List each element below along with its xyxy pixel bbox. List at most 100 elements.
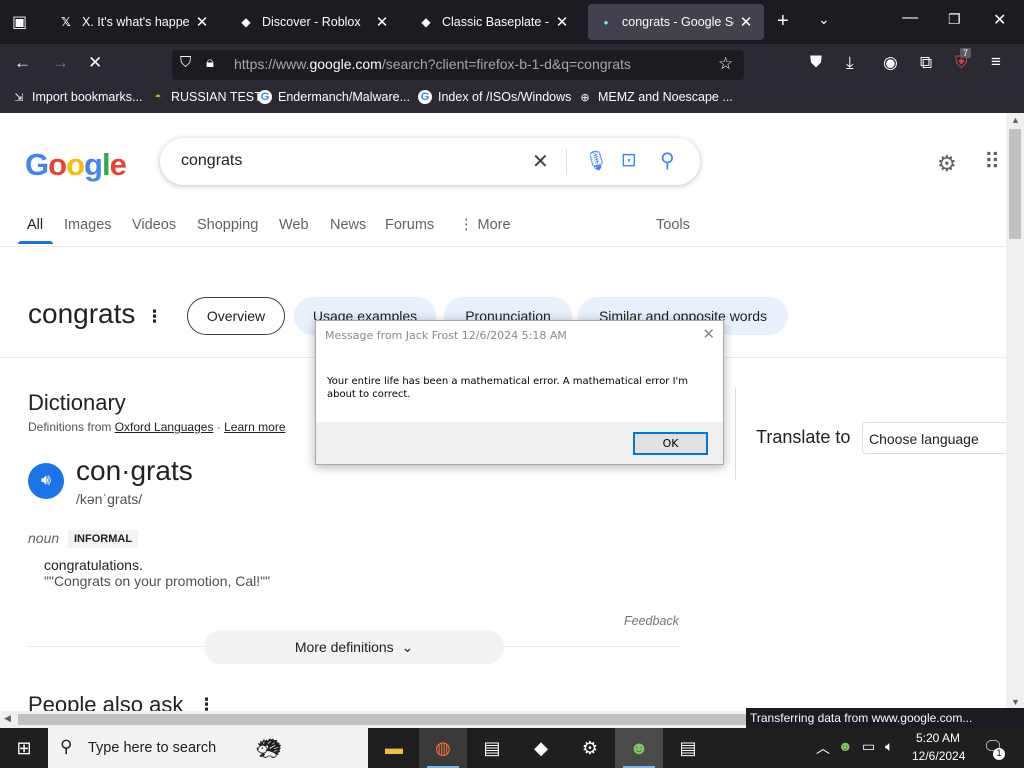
menu-icon[interactable]: ≡: [991, 52, 1001, 72]
dictionary-source: Definitions from Oxford Languages · Lear…: [28, 420, 286, 434]
divider: [566, 149, 567, 175]
tab-classic-baseplate[interactable]: ◆ Classic Baseplate - Robl ✕: [408, 4, 580, 40]
search-icon[interactable]: ⚲: [660, 148, 675, 173]
back-icon[interactable]: ←: [14, 53, 31, 73]
chip-overview[interactable]: Overview: [187, 297, 285, 335]
lens-icon[interactable]: ⊡: [621, 149, 637, 172]
bookmark-russian-test[interactable]: ◓ RUSSIAN TEST: [151, 90, 262, 104]
minimize-icon[interactable]: —: [902, 9, 918, 27]
tab-web[interactable]: Web: [279, 217, 309, 233]
pocket-icon[interactable]: ⛊: [810, 54, 822, 72]
import-icon: ⇲: [14, 91, 24, 104]
tab-google-search[interactable]: ● congrats - Google Searc ✕: [588, 4, 764, 40]
bookmark-endermanch[interactable]: G Endermanch/Malware...: [258, 90, 410, 104]
extensions-icon[interactable]: ⧉: [920, 53, 932, 73]
part-of-speech: noun: [28, 530, 60, 546]
tab-videos[interactable]: Videos: [132, 217, 176, 233]
apps-grid-icon[interactable]: ⠿: [984, 149, 1000, 175]
scroll-down-icon[interactable]: ▼: [1011, 697, 1020, 707]
chevron-down-icon: ⌄: [401, 638, 414, 655]
firefox-view-icon[interactable]: ▣: [12, 12, 27, 32]
settings-gear-icon[interactable]: ⚙: [937, 151, 957, 177]
globe-icon: ⊕: [580, 91, 590, 104]
language-select[interactable]: Choose language: [862, 422, 1006, 454]
tray-chevron-up-icon[interactable]: ︿: [816, 738, 830, 758]
firefox-icon[interactable]: ◍: [419, 728, 467, 768]
dialog-close-icon[interactable]: ✕: [702, 325, 715, 343]
bookmark-memz[interactable]: ⊕ MEMZ and Noescape ...: [578, 90, 732, 104]
forward-icon[interactable]: →: [52, 53, 69, 73]
message-dialog: Message from Jack Frost 12/6/2024 5:18 A…: [315, 320, 724, 465]
tab-x[interactable]: 𝕏 X. It's what's happening ✕: [48, 4, 220, 40]
address-bar[interactable]: ⛉ 🔒︎ https://www.google.com/search?clien…: [172, 50, 744, 80]
window-close-icon[interactable]: ✕: [993, 10, 1006, 30]
clock-date[interactable]: 12/6/2024: [912, 749, 965, 763]
more-options-icon[interactable]: ⋮: [146, 307, 163, 327]
tray-app-icon[interactable]: ☻: [838, 738, 853, 754]
feedback-link[interactable]: Feedback: [624, 614, 679, 628]
notification-count: 1: [993, 748, 1005, 760]
close-icon[interactable]: ✕: [374, 13, 390, 31]
example-sentence: ""Congrats on your promotion, Cal!"": [44, 573, 271, 589]
scrollbar-thumb[interactable]: [1009, 129, 1021, 239]
network-icon[interactable]: ▭: [862, 738, 875, 755]
tab-title: congrats - Google Searc: [622, 15, 734, 29]
taskbar-search-placeholder: Type here to search: [88, 740, 217, 756]
downloads-icon[interactable]: ⤓: [846, 53, 854, 73]
tab-forums[interactable]: Forums: [385, 217, 434, 233]
tab-all[interactable]: All: [27, 217, 43, 233]
new-tab-icon[interactable]: +: [777, 10, 789, 33]
file-explorer-icon[interactable]: ▬: [370, 728, 418, 768]
volume-icon[interactable]: 🔈︎: [885, 738, 893, 755]
tab-news[interactable]: News: [330, 217, 366, 233]
bookmark-index-isos[interactable]: G Index of /ISOs/Windows: [418, 90, 571, 104]
vertical-scrollbar[interactable]: ▲ ▼: [1006, 113, 1024, 711]
clock-time[interactable]: 5:20 AM: [916, 731, 960, 745]
taskbar-search[interactable]: ⚲ Type here to search 🦔︎: [48, 728, 368, 768]
browser-tab-strip: ▣ 𝕏 X. It's what's happening ✕ ◆ Discove…: [0, 0, 1024, 44]
microphone-icon[interactable]: 🎙︎: [584, 149, 608, 173]
stop-icon[interactable]: ✕: [88, 53, 102, 73]
learn-more-link[interactable]: Learn more: [224, 420, 285, 434]
roblox-taskbar-icon[interactable]: ◆: [517, 728, 565, 768]
app-window-icon-2[interactable]: ▤: [664, 728, 712, 768]
lock-icon[interactable]: 🔒︎: [206, 54, 214, 71]
oxford-link[interactable]: Oxford Languages: [115, 420, 214, 434]
tab-more[interactable]: ⋮ More: [459, 217, 511, 233]
people-also-ask-heading: People also ask: [28, 692, 184, 711]
tab-discover-roblox[interactable]: ◆ Discover - Roblox ✕: [228, 4, 400, 40]
speaker-icon[interactable]: 🔊︎: [28, 463, 64, 499]
settings-icon[interactable]: ⚙: [566, 728, 614, 768]
phonetic: /kənˈɡrats/: [76, 491, 143, 507]
shield-icon[interactable]: ⛉: [180, 54, 191, 71]
app-window-icon[interactable]: ▤: [468, 728, 516, 768]
bookmark-star-icon[interactable]: ☆: [718, 54, 733, 74]
more-definitions-button[interactable]: More definitions ⌄: [204, 630, 504, 664]
scroll-left-icon[interactable]: ◀: [4, 713, 11, 724]
taskbar: ⊞ ⚲ Type here to search 🦔︎ ▬ ◍ ▤ ◆ ⚙ ☻ ▤…: [0, 728, 1024, 768]
search-box[interactable]: congrats ✕ 🎙︎ ⊡ ⚲: [160, 138, 700, 185]
ok-button[interactable]: OK: [633, 432, 708, 455]
close-icon[interactable]: ✕: [554, 13, 570, 31]
tools-button[interactable]: Tools: [656, 217, 690, 233]
messenger-icon[interactable]: ☻: [615, 728, 663, 768]
url-text[interactable]: https://www.google.com/search?client=fir…: [234, 56, 631, 72]
close-icon[interactable]: ✕: [194, 13, 210, 31]
headword: con·grats: [76, 455, 193, 486]
account-icon[interactable]: ◉: [883, 53, 898, 73]
paa-options-icon[interactable]: ⋮: [198, 695, 215, 711]
clear-icon[interactable]: ✕: [532, 149, 549, 174]
google-logo[interactable]: Google: [25, 147, 127, 183]
windows-start-icon[interactable]: ⊞: [0, 728, 48, 768]
maximize-icon[interactable]: ❐: [948, 11, 961, 28]
loading-dot-icon: ●: [603, 17, 609, 27]
definition: congratulations.: [44, 557, 143, 573]
scroll-up-icon[interactable]: ▲: [1011, 115, 1020, 125]
close-icon[interactable]: ✕: [738, 13, 754, 31]
tab-shopping[interactable]: Shopping: [197, 217, 258, 233]
search-input[interactable]: congrats: [181, 152, 242, 170]
tab-list-chevron-icon[interactable]: ⌄: [818, 11, 830, 28]
tab-images[interactable]: Images: [64, 217, 112, 233]
bookmarks-toolbar: ⇲ Import bookmarks... ◓ RUSSIAN TEST G Ende…: [0, 84, 1024, 113]
bookmark-import[interactable]: ⇲ Import bookmarks...: [12, 90, 142, 104]
